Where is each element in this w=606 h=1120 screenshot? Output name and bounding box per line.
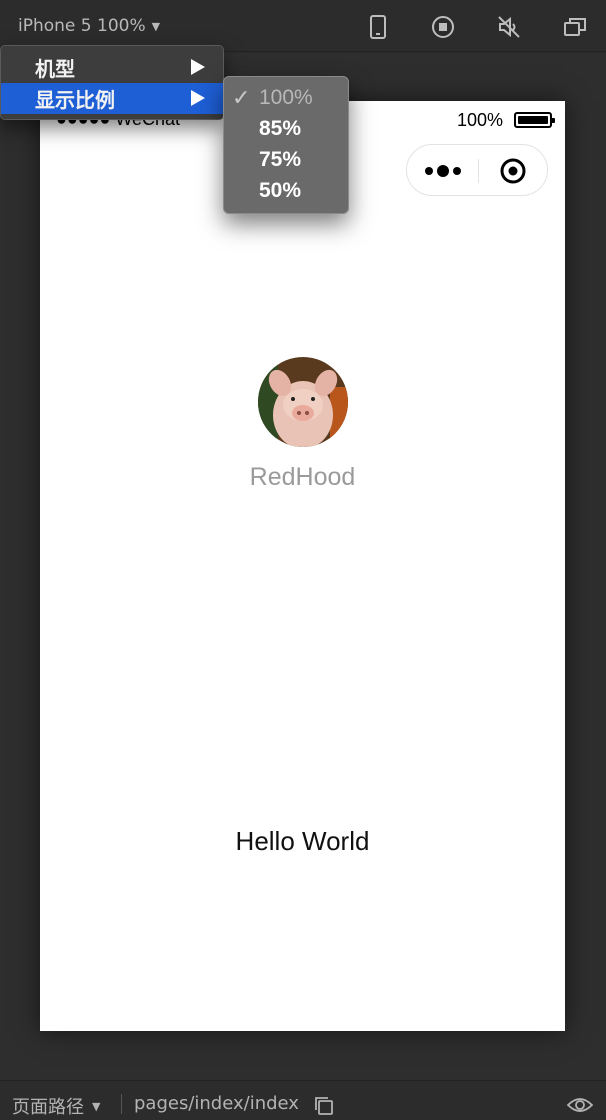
submenu-arrow-icon	[191, 90, 205, 106]
chevron-down-icon: ▼	[92, 1099, 101, 1113]
submenu-arrow-icon	[191, 59, 205, 75]
window-icon[interactable]	[562, 14, 588, 40]
phone-screen: ●●●●● WeChat 100% RedHood	[40, 101, 565, 1031]
page-path-select[interactable]: 页面路径 ▼	[12, 1093, 100, 1119]
eye-icon[interactable]	[566, 1095, 594, 1115]
menu-item-label: 显示比例	[35, 88, 115, 112]
menu-item-display-scale[interactable]: 显示比例	[1, 83, 223, 114]
zoom-option-50[interactable]: 50%	[224, 175, 348, 206]
zoom-option-85[interactable]: 85%	[224, 113, 348, 144]
phone-icon[interactable]	[365, 14, 391, 40]
menu-capsule	[406, 144, 548, 196]
mute-icon[interactable]	[496, 14, 522, 40]
copy-icon[interactable]	[314, 1096, 334, 1116]
zoom-option-label: 75%	[259, 147, 302, 171]
record-icon[interactable]	[430, 14, 456, 40]
capsule-divider	[478, 159, 479, 183]
page-path-label: 页面路径	[12, 1097, 84, 1118]
user-nickname: RedHood	[249, 463, 356, 491]
zoom-option-label: 100%	[259, 85, 313, 109]
more-icon[interactable]	[425, 163, 465, 179]
avatar	[258, 357, 348, 447]
menu-item-label: 机型	[35, 57, 75, 81]
device-context-menu: 机型 显示比例	[0, 45, 224, 120]
zoom-option-label: 85%	[259, 116, 302, 140]
greeting-text: Hello World	[235, 826, 370, 856]
checkmark-icon: ✓	[232, 85, 251, 110]
page-path-value: pages/index/index	[134, 1093, 299, 1114]
zoom-submenu: ✓ 100% 85% 75% 50%	[223, 76, 349, 214]
device-select[interactable]: iPhone 5 100% ▼	[18, 16, 160, 36]
divider	[121, 1094, 122, 1114]
menu-item-device-model[interactable]: 机型	[1, 52, 223, 83]
bottom-bar: 页面路径 ▼ pages/index/index	[0, 1080, 606, 1120]
device-select-label: iPhone 5 100%	[18, 16, 146, 36]
zoom-option-100[interactable]: ✓ 100%	[224, 82, 348, 113]
battery-icon	[514, 112, 555, 128]
zoom-option-label: 50%	[259, 178, 302, 202]
close-icon[interactable]	[499, 157, 527, 185]
battery-percent: 100%	[456, 110, 503, 130]
chevron-down-icon: ▼	[151, 19, 161, 33]
zoom-option-75[interactable]: 75%	[224, 144, 348, 175]
